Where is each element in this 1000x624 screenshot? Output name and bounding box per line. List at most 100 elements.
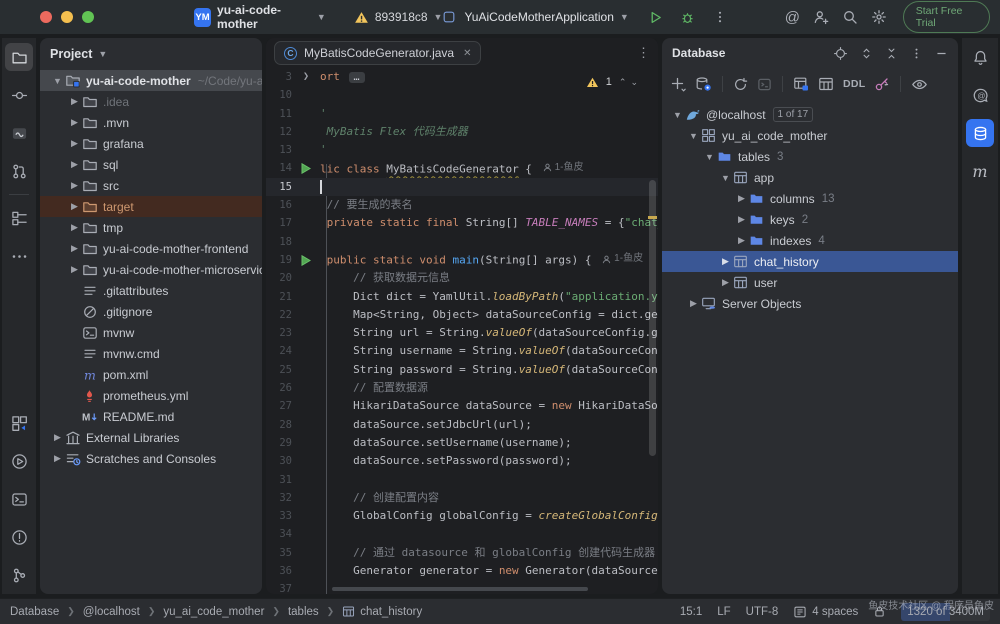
run-button[interactable] xyxy=(643,4,669,30)
expand-icon[interactable] xyxy=(860,47,873,60)
fold-arrow-icon[interactable]: ❯ xyxy=(296,68,316,86)
tree-item-yu-ai-code-mother[interactable]: ▼ yu-ai-code-mother ~/Code/yu-ai-coc xyxy=(40,70,262,91)
editor-options-kebab-icon[interactable]: ⋮ xyxy=(637,45,650,61)
caret-position-widget[interactable]: 15:1 xyxy=(680,606,702,618)
search-icon[interactable] xyxy=(839,4,862,30)
tree-item-tables[interactable]: ▼ tables 3 xyxy=(662,146,958,167)
chevron-right-icon[interactable]: ▶ xyxy=(67,117,82,128)
ddl-button[interactable]: DDL xyxy=(843,78,865,90)
tree-item-src[interactable]: ▶ src xyxy=(40,175,262,196)
version-control-icon[interactable] xyxy=(5,561,33,589)
project-folder-icon[interactable] xyxy=(5,43,33,71)
chevron-down-icon[interactable]: ▼ xyxy=(702,152,717,162)
author-inlay-hint[interactable]: 1-鱼皮 xyxy=(602,250,643,268)
terminal-icon[interactable] xyxy=(5,485,33,513)
settings-gear-icon[interactable] xyxy=(868,4,891,30)
lock-icon[interactable] xyxy=(873,605,886,618)
breadcrumb-tables[interactable]: tables xyxy=(288,606,319,618)
chevron-right-icon[interactable]: ▶ xyxy=(50,453,65,464)
tree-item-.gitignore[interactable]: .gitignore xyxy=(40,301,262,322)
chevron-right-icon[interactable]: ▶ xyxy=(734,214,749,225)
tree-item-externallibraries[interactable]: ▶ External Libraries xyxy=(40,427,262,448)
problems-icon[interactable] xyxy=(5,523,33,551)
tree-item-serverobjects[interactable]: ▶ Server Objects xyxy=(662,293,958,314)
chevron-right-icon[interactable]: ▶ xyxy=(67,96,82,107)
jump-to-console-icon[interactable] xyxy=(757,77,772,92)
table-editor-icon[interactable] xyxy=(793,76,809,92)
add-user-icon[interactable] xyxy=(810,4,833,30)
tree-item-columns[interactable]: ▶ columns 13 xyxy=(662,188,958,209)
vertical-scrollbar[interactable] xyxy=(649,180,656,456)
vcs-widget[interactable]: 893918c8 ▼ xyxy=(354,10,442,25)
prev-next-warning-icons[interactable]: ⌃⌄ xyxy=(619,73,642,91)
tree-item-scratchesandconsoles[interactable]: ▶ Scratches and Consoles xyxy=(40,448,262,469)
debug-button[interactable] xyxy=(675,4,701,30)
indent-widget[interactable]: 4 spaces xyxy=(793,605,858,619)
services-icon[interactable] xyxy=(5,409,33,437)
run-gutter-icon[interactable] xyxy=(296,254,316,266)
chevron-right-icon[interactable]: ▶ xyxy=(718,256,733,267)
tree-item-tmp[interactable]: ▶ tmp xyxy=(40,217,262,238)
tree-item-readme.md[interactable]: M README.md xyxy=(40,406,262,427)
more-icon[interactable] xyxy=(5,242,33,270)
tree-item-yu-ai-code-mother-microservice[interactable]: ▶ yu-ai-code-mother-microservice xyxy=(40,259,262,280)
data-grid-icon[interactable] xyxy=(818,76,834,92)
pull-requests-icon[interactable] xyxy=(5,157,33,185)
tree-item-yu_ai_code_mother[interactable]: ▼ yu_ai_code_mother xyxy=(662,125,958,146)
tree-item-mvnw[interactable]: mvnw xyxy=(40,322,262,343)
breadcrumb-chat_history[interactable]: chat_history xyxy=(342,605,422,618)
chevron-down-icon[interactable]: ▼ xyxy=(718,173,733,183)
chevron-right-icon[interactable]: ▶ xyxy=(734,235,749,246)
tree-item-mvnw.cmd[interactable]: mvnw.cmd xyxy=(40,343,262,364)
chevron-right-icon[interactable]: ▶ xyxy=(67,264,82,275)
database-icon[interactable] xyxy=(966,119,994,147)
maven-icon[interactable]: m xyxy=(966,157,994,185)
locate-icon[interactable] xyxy=(833,46,848,61)
start-free-trial-button[interactable]: Start Free Trial xyxy=(902,1,991,33)
chevron-right-icon[interactable]: ▶ xyxy=(67,180,82,191)
collapse-icon[interactable] xyxy=(885,47,898,60)
memory-indicator[interactable]: 1320 of 3400M xyxy=(901,602,990,621)
folded-region-badge[interactable]: … xyxy=(348,71,365,83)
code-editor[interactable]: 1 ⌃⌄ 3 ❯ ort … 10 11 ' 12 MyBatis Flex 代码生成器 13… xyxy=(266,68,658,594)
close-tab-icon[interactable]: ✕ xyxy=(463,48,471,59)
chevron-down-icon[interactable]: ▼ xyxy=(50,76,65,86)
breadcrumb-yu_ai_code_mother[interactable]: yu_ai_code_mother xyxy=(163,606,264,618)
ai-assistant-icon[interactable]: @ xyxy=(966,81,994,109)
hide-panel-icon[interactable] xyxy=(935,47,948,60)
tree-item-yu-ai-code-mother-frontend[interactable]: ▶ yu-ai-code-mother-frontend xyxy=(40,238,262,259)
chevron-right-icon[interactable]: ▶ xyxy=(50,432,65,443)
chevron-right-icon[interactable]: ▶ xyxy=(67,159,82,170)
chevron-right-icon[interactable]: ▶ xyxy=(67,201,82,212)
tree-item-.mvn[interactable]: ▶ .mvn xyxy=(40,112,262,133)
line-separator-widget[interactable]: LF xyxy=(717,606,730,618)
commit-icon[interactable] xyxy=(5,81,33,109)
more-actions-kebab-icon[interactable] xyxy=(707,4,733,30)
tree-item-chat_history[interactable]: ▶ chat_history xyxy=(662,251,958,272)
options-kebab-icon[interactable] xyxy=(910,47,923,60)
tree-item-.idea[interactable]: ▶ .idea xyxy=(40,91,262,112)
tree-item-prometheus.yml[interactable]: prometheus.yml xyxy=(40,385,262,406)
editor-tab-mybatiscodegenerator[interactable]: C MyBatisCodeGenerator.java ✕ xyxy=(274,41,482,65)
chevron-down-icon[interactable]: ▼ xyxy=(98,49,107,59)
tree-item-.gitattributes[interactable]: .gitattributes xyxy=(40,280,262,301)
new-item-button[interactable] xyxy=(670,76,686,92)
run-gutter-icon[interactable] xyxy=(296,163,316,175)
breadcrumb-database[interactable]: Database xyxy=(10,606,59,618)
tree-item-app[interactable]: ▼ app xyxy=(662,167,958,188)
tree-item-target[interactable]: ▶ target xyxy=(40,196,262,217)
data-source-properties-button[interactable] xyxy=(695,76,712,93)
breadcrumb-@localhost[interactable]: @localhost xyxy=(83,606,140,618)
tree-item-keys[interactable]: ▶ keys 2 xyxy=(662,209,958,230)
close-window-button[interactable] xyxy=(40,11,52,23)
encoding-widget[interactable]: UTF-8 xyxy=(746,606,779,618)
chevron-right-icon[interactable]: ▶ xyxy=(686,298,701,309)
view-options-eye-icon[interactable] xyxy=(911,76,928,93)
chevron-right-icon[interactable]: ▶ xyxy=(734,193,749,204)
minimize-window-button[interactable] xyxy=(61,11,73,23)
fullscreen-window-button[interactable] xyxy=(82,11,94,23)
tree-item-user[interactable]: ▶ user xyxy=(662,272,958,293)
chevron-down-icon[interactable]: ▼ xyxy=(686,131,701,141)
tree-item-pom.xml[interactable]: m pom.xml xyxy=(40,364,262,385)
ai-assistant-icon[interactable]: @ xyxy=(781,4,804,30)
